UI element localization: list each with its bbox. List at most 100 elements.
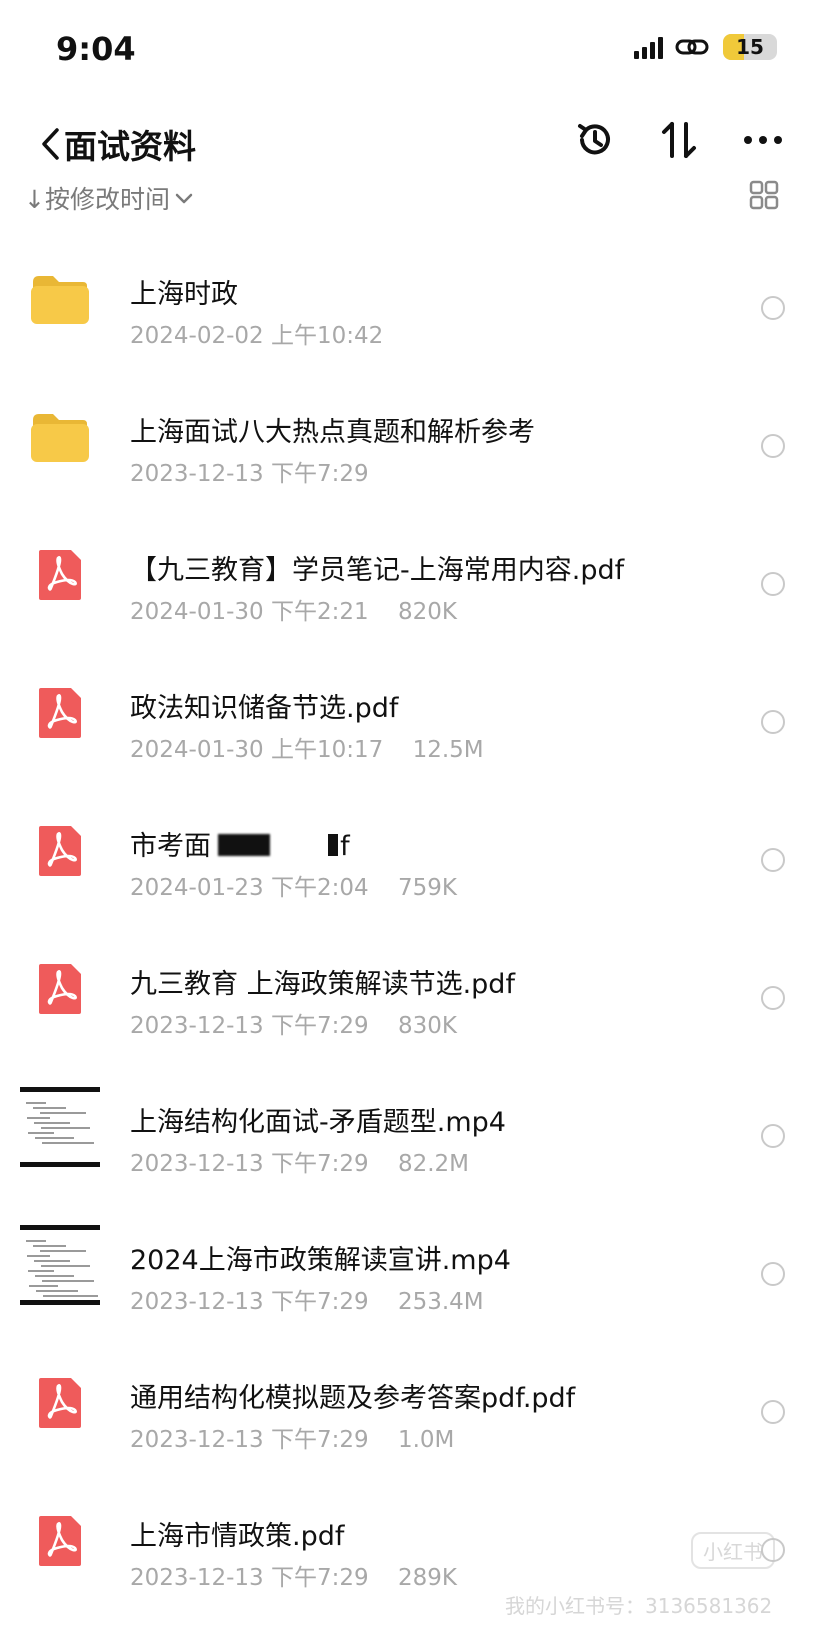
folder-icon — [31, 414, 89, 462]
file-row[interactable]: 政法知识储备节选.pdf 2024-01-30 上午10:17 12.5M — [0, 636, 817, 774]
file-name: 九三教育 上海政策解读节选.pdf — [130, 969, 515, 1000]
chevron-left-icon — [42, 128, 59, 160]
nav-actions — [571, 116, 787, 164]
file-date: 2023-12-13 下午7:29 — [130, 1013, 369, 1039]
history-icon — [578, 124, 610, 155]
pdf-icon — [39, 688, 81, 738]
select-checkbox[interactable] — [761, 434, 785, 458]
file-meta: 2024-02-02 上午10:42 — [130, 316, 383, 350]
file-size: 253.4M — [397, 1289, 484, 1315]
select-checkbox[interactable] — [761, 1262, 785, 1286]
file-date: 2024-01-23 下午2:04 — [130, 875, 369, 901]
file-row[interactable]: 通用结构化模拟题及参考答案pdf.pdf 2023-12-13 下午7:29 1… — [0, 1326, 817, 1464]
file-row[interactable]: 【九三教育】学员笔记-上海常用内容.pdf 2024-01-30 下午2:21 … — [0, 498, 817, 636]
file-date: 2023-12-13 下午7:29 — [130, 1427, 369, 1453]
status-time: 9:04 — [56, 30, 136, 68]
nav-bar: 面试资料 — [0, 108, 817, 172]
file-row[interactable]: 上海结构化面试-矛盾题型.mp4 2023-12-13 下午7:29 82.2M — [0, 1050, 817, 1188]
file-name: 上海面试八大热点真题和解析参考 — [130, 417, 535, 448]
file-meta: 2023-12-13 下午7:29 — [130, 454, 369, 488]
file-date: 2024-01-30 上午10:17 — [130, 737, 384, 763]
folder-icon — [31, 276, 89, 324]
file-icon-wrapper — [20, 816, 100, 886]
video-thumbnail — [20, 1225, 100, 1305]
video-thumbnail — [20, 1087, 100, 1167]
file-name: 2024上海市政策解读宣讲.mp4 — [130, 1245, 511, 1276]
redaction-mark — [328, 834, 338, 856]
grid-view-toggle[interactable] — [749, 180, 779, 214]
file-date: 2023-12-13 下午7:29 — [130, 1151, 369, 1177]
file-meta: 2023-12-13 下午7:29 830K — [130, 1006, 457, 1040]
chevron-down-icon — [175, 193, 193, 204]
file-icon-wrapper — [20, 402, 100, 472]
select-checkbox[interactable] — [761, 296, 785, 320]
back-button[interactable]: 面试资料 — [40, 120, 196, 168]
status-icons: 15 — [634, 34, 777, 60]
file-size: 289K — [397, 1565, 457, 1591]
sort-arrows-icon — [662, 122, 696, 158]
grid-icon — [749, 180, 779, 210]
sort-order-button[interactable] — [655, 116, 703, 164]
file-row[interactable]: 2024上海市政策解读宣讲.mp4 2023-12-13 下午7:29 253.… — [0, 1188, 817, 1326]
file-date: 2023-12-13 下午7:29 — [130, 461, 369, 487]
file-row[interactable]: 市考面df 2024-01-23 下午2:04 759K — [0, 774, 817, 912]
select-checkbox[interactable] — [761, 710, 785, 734]
page-title: 面试资料 — [64, 127, 196, 166]
file-size: 82.2M — [397, 1151, 469, 1177]
file-date: 2024-01-30 下午2:21 — [130, 599, 369, 625]
file-row[interactable]: 九三教育 上海政策解读节选.pdf 2023-12-13 下午7:29 830K — [0, 912, 817, 1050]
watermark-logo: 小红书 — [691, 1532, 775, 1569]
file-name: 上海时政 — [130, 279, 238, 310]
file-date: 2023-12-13 下午7:29 — [130, 1565, 369, 1591]
select-checkbox[interactable] — [761, 986, 785, 1010]
file-size: 830K — [397, 1013, 457, 1039]
watermark-text: 我的小红书号：3136581362 — [505, 1594, 773, 1618]
status-bar: 9:04 15 — [0, 0, 817, 100]
select-checkbox[interactable] — [761, 572, 785, 596]
file-meta: 2023-12-13 下午7:29 1.0M — [130, 1420, 454, 1454]
file-name: 政法知识储备节选.pdf — [130, 693, 399, 724]
file-name: 通用结构化模拟题及参考答案pdf.pdf — [130, 1383, 576, 1414]
select-checkbox[interactable] — [761, 848, 785, 872]
file-icon-wrapper — [20, 678, 100, 748]
sort-bar: ↓按修改时间 — [0, 176, 817, 224]
select-checkbox[interactable] — [761, 1400, 785, 1424]
file-meta: 2023-12-13 下午7:29 82.2M — [130, 1144, 469, 1178]
file-icon-wrapper — [20, 1087, 100, 1167]
file-name: 【九三教育】学员笔记-上海常用内容.pdf — [130, 555, 625, 586]
file-name: 上海市情政策.pdf — [130, 1521, 345, 1552]
file-meta: 2023-12-13 下午7:29 253.4M — [130, 1282, 484, 1316]
pdf-icon — [39, 550, 81, 600]
redaction-mark — [218, 834, 270, 856]
file-date: 2023-12-13 下午7:29 — [130, 1289, 369, 1315]
sort-by-modified-button[interactable]: ↓按修改时间 — [24, 180, 194, 216]
file-list: 上海时政 2024-02-02 上午10:42 上海面试八大热点真题和解析参考 … — [0, 222, 817, 1602]
sort-label: ↓按修改时间 — [24, 185, 170, 214]
file-size: 820K — [397, 599, 457, 625]
file-name: 上海结构化面试-矛盾题型.mp4 — [130, 1107, 506, 1138]
file-size: 1.0M — [397, 1427, 455, 1453]
select-checkbox[interactable] — [761, 1124, 785, 1148]
pdf-icon — [39, 1378, 81, 1428]
file-size: 12.5M — [412, 737, 484, 763]
file-row[interactable]: 上海时政 2024-02-02 上午10:42 — [0, 222, 817, 360]
more-button[interactable] — [739, 116, 787, 164]
file-meta: 2023-12-13 下午7:29 289K — [130, 1558, 457, 1592]
file-icon-wrapper — [20, 1368, 100, 1438]
file-meta: 2024-01-30 下午2:21 820K — [130, 592, 457, 626]
file-row[interactable]: 上海面试八大热点真题和解析参考 2023-12-13 下午7:29 — [0, 360, 817, 498]
pdf-icon — [39, 964, 81, 1014]
more-dots-icon — [744, 136, 782, 144]
file-icon-wrapper — [20, 1506, 100, 1576]
file-date: 2024-02-02 上午10:42 — [130, 323, 384, 349]
file-icon-wrapper — [20, 1225, 100, 1305]
signal-icon — [634, 35, 663, 59]
file-icon-wrapper — [20, 540, 100, 610]
pdf-icon — [39, 826, 81, 876]
history-button[interactable] — [571, 116, 619, 164]
file-icon-wrapper — [20, 954, 100, 1024]
pdf-icon — [39, 1516, 81, 1566]
file-size: 759K — [397, 875, 457, 901]
link-icon — [675, 39, 709, 55]
battery-indicator: 15 — [723, 34, 777, 60]
